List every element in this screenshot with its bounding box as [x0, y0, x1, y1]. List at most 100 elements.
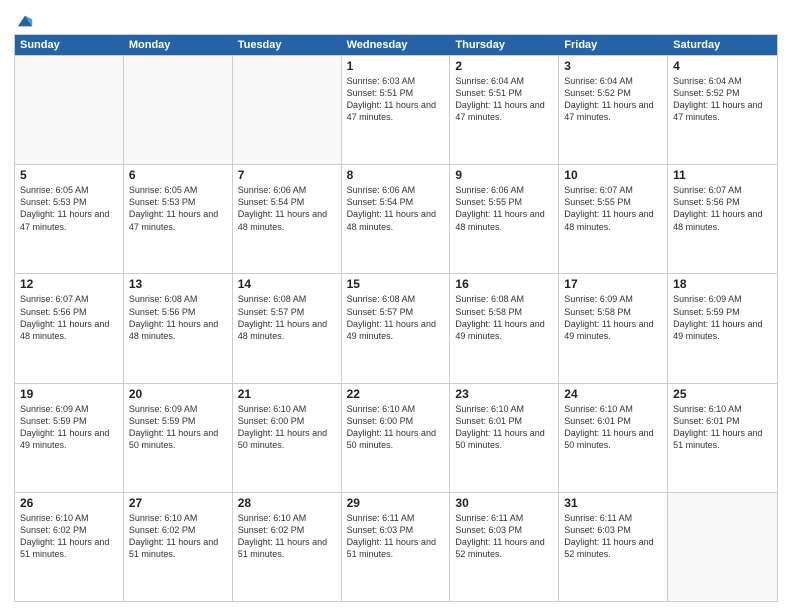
day-info: Sunrise: 6:05 AMSunset: 5:53 PMDaylight:… [20, 184, 118, 233]
empty-cell [668, 493, 777, 601]
day-number: 4 [673, 59, 772, 73]
day-cell: 26 Sunrise: 6:10 AMSunset: 6:02 PMDayligh… [15, 493, 124, 601]
day-info: Sunrise: 6:10 AMSunset: 6:01 PMDaylight:… [455, 403, 553, 452]
calendar-row: 5 Sunrise: 6:05 AMSunset: 5:53 PMDaylight… [15, 164, 777, 273]
day-cell: 12 Sunrise: 6:07 AMSunset: 5:56 PMDayligh… [15, 274, 124, 382]
day-cell: 20 Sunrise: 6:09 AMSunset: 5:59 PMDayligh… [124, 384, 233, 492]
day-number: 27 [129, 496, 227, 510]
day-cell: 15 Sunrise: 6:08 AMSunset: 5:57 PMDayligh… [342, 274, 451, 382]
day-info: Sunrise: 6:06 AMSunset: 5:55 PMDaylight:… [455, 184, 553, 233]
day-info: Sunrise: 6:11 AMSunset: 6:03 PMDaylight:… [564, 512, 662, 561]
day-cell: 24 Sunrise: 6:10 AMSunset: 6:01 PMDayligh… [559, 384, 668, 492]
day-number: 3 [564, 59, 662, 73]
day-cell: 17 Sunrise: 6:09 AMSunset: 5:58 PMDayligh… [559, 274, 668, 382]
day-cell: 13 Sunrise: 6:08 AMSunset: 5:56 PMDayligh… [124, 274, 233, 382]
calendar-header-cell: Monday [124, 35, 233, 55]
day-number: 1 [347, 59, 445, 73]
day-cell: 11Sunrise: 6:07 AMSunset: 5:56 PMDayligh… [668, 165, 777, 273]
day-cell: 9Sunrise: 6:06 AMSunset: 5:55 PMDaylight… [450, 165, 559, 273]
day-cell: 31 Sunrise: 6:11 AMSunset: 6:03 PMDayligh… [559, 493, 668, 601]
day-info: Sunrise: 6:04 AMSunset: 5:52 PMDaylight:… [673, 75, 772, 124]
day-number: 12 [20, 277, 118, 291]
day-number: 13 [129, 277, 227, 291]
page: SundayMondayTuesdayWednesdayThursdayFrid… [0, 0, 792, 612]
day-info: Sunrise: 6:10 AMSunset: 6:01 PMDaylight:… [673, 403, 772, 452]
day-number: 21 [238, 387, 336, 401]
calendar-header-cell: Thursday [450, 35, 559, 55]
day-cell: 25 Sunrise: 6:10 AMSunset: 6:01 PMDayligh… [668, 384, 777, 492]
day-info: Sunrise: 6:10 AMSunset: 6:00 PMDaylight:… [238, 403, 336, 452]
day-number: 10 [564, 168, 662, 182]
day-number: 5 [20, 168, 118, 182]
day-number: 17 [564, 277, 662, 291]
day-info: Sunrise: 6:06 AMSunset: 5:54 PMDaylight:… [347, 184, 445, 233]
day-cell: 22Sunrise: 6:10 AMSunset: 6:00 PMDayligh… [342, 384, 451, 492]
day-info: Sunrise: 6:04 AMSunset: 5:52 PMDaylight:… [564, 75, 662, 124]
empty-cell [15, 56, 124, 164]
day-cell: 19Sunrise: 6:09 AMSunset: 5:59 PMDayligh… [15, 384, 124, 492]
day-cell: 5 Sunrise: 6:05 AMSunset: 5:53 PMDaylight… [15, 165, 124, 273]
day-info: Sunrise: 6:06 AMSunset: 5:54 PMDaylight:… [238, 184, 336, 233]
day-info: Sunrise: 6:04 AMSunset: 5:51 PMDaylight:… [455, 75, 553, 124]
day-number: 23 [455, 387, 553, 401]
day-number: 16 [455, 277, 553, 291]
day-cell: 16 Sunrise: 6:08 AMSunset: 5:58 PMDayligh… [450, 274, 559, 382]
day-cell: 1 Sunrise: 6:03 AMSunset: 5:51 PMDaylight… [342, 56, 451, 164]
calendar-body: 1 Sunrise: 6:03 AMSunset: 5:51 PMDaylight… [15, 55, 777, 601]
day-info: Sunrise: 6:08 AMSunset: 5:57 PMDaylight:… [238, 293, 336, 342]
calendar-header: SundayMondayTuesdayWednesdayThursdayFrid… [15, 35, 777, 55]
day-info: Sunrise: 6:03 AMSunset: 5:51 PMDaylight:… [347, 75, 445, 124]
day-info: Sunrise: 6:08 AMSunset: 5:57 PMDaylight:… [347, 293, 445, 342]
day-number: 28 [238, 496, 336, 510]
day-info: Sunrise: 6:10 AMSunset: 6:01 PMDaylight:… [564, 403, 662, 452]
day-cell: 29Sunrise: 6:11 AMSunset: 6:03 PMDayligh… [342, 493, 451, 601]
day-info: Sunrise: 6:10 AMSunset: 6:02 PMDaylight:… [129, 512, 227, 561]
day-cell: 23 Sunrise: 6:10 AMSunset: 6:01 PMDayligh… [450, 384, 559, 492]
day-cell: 3 Sunrise: 6:04 AMSunset: 5:52 PMDaylight… [559, 56, 668, 164]
day-cell: 10Sunrise: 6:07 AMSunset: 5:55 PMDayligh… [559, 165, 668, 273]
day-cell: 21 Sunrise: 6:10 AMSunset: 6:00 PMDayligh… [233, 384, 342, 492]
day-number: 2 [455, 59, 553, 73]
day-info: Sunrise: 6:10 AMSunset: 6:02 PMDaylight:… [238, 512, 336, 561]
calendar: SundayMondayTuesdayWednesdayThursdayFrid… [14, 34, 778, 602]
day-info: Sunrise: 6:09 AMSunset: 5:59 PMDaylight:… [129, 403, 227, 452]
day-number: 24 [564, 387, 662, 401]
logo [14, 14, 34, 30]
day-cell: 6Sunrise: 6:05 AMSunset: 5:53 PMDaylight… [124, 165, 233, 273]
day-number: 15 [347, 277, 445, 291]
day-info: Sunrise: 6:07 AMSunset: 5:56 PMDaylight:… [20, 293, 118, 342]
day-number: 6 [129, 168, 227, 182]
day-cell: 30 Sunrise: 6:11 AMSunset: 6:03 PMDayligh… [450, 493, 559, 601]
day-info: Sunrise: 6:08 AMSunset: 5:56 PMDaylight:… [129, 293, 227, 342]
day-number: 8 [347, 168, 445, 182]
day-info: Sunrise: 6:10 AMSunset: 6:02 PMDaylight:… [20, 512, 118, 561]
day-cell: 8 Sunrise: 6:06 AMSunset: 5:54 PMDaylight… [342, 165, 451, 273]
day-number: 7 [238, 168, 336, 182]
day-cell: 18 Sunrise: 6:09 AMSunset: 5:59 PMDayligh… [668, 274, 777, 382]
calendar-header-cell: Wednesday [342, 35, 451, 55]
logo-icon [16, 12, 34, 30]
day-number: 31 [564, 496, 662, 510]
day-cell: 27 Sunrise: 6:10 AMSunset: 6:02 PMDayligh… [124, 493, 233, 601]
day-number: 11 [673, 168, 772, 182]
day-number: 29 [347, 496, 445, 510]
day-number: 14 [238, 277, 336, 291]
day-info: Sunrise: 6:09 AMSunset: 5:59 PMDaylight:… [673, 293, 772, 342]
day-info: Sunrise: 6:08 AMSunset: 5:58 PMDaylight:… [455, 293, 553, 342]
day-info: Sunrise: 6:09 AMSunset: 5:58 PMDaylight:… [564, 293, 662, 342]
day-number: 26 [20, 496, 118, 510]
day-number: 18 [673, 277, 772, 291]
calendar-header-cell: Sunday [15, 35, 124, 55]
day-number: 25 [673, 387, 772, 401]
day-cell: 2 Sunrise: 6:04 AMSunset: 5:51 PMDaylight… [450, 56, 559, 164]
day-cell: 7 Sunrise: 6:06 AMSunset: 5:54 PMDaylight… [233, 165, 342, 273]
calendar-row: 12 Sunrise: 6:07 AMSunset: 5:56 PMDayligh… [15, 273, 777, 382]
calendar-header-cell: Friday [559, 35, 668, 55]
day-info: Sunrise: 6:11 AMSunset: 6:03 PMDaylight:… [455, 512, 553, 561]
empty-cell [233, 56, 342, 164]
day-cell: 28 Sunrise: 6:10 AMSunset: 6:02 PMDayligh… [233, 493, 342, 601]
day-cell: 14 Sunrise: 6:08 AMSunset: 5:57 PMDayligh… [233, 274, 342, 382]
calendar-row: 19Sunrise: 6:09 AMSunset: 5:59 PMDayligh… [15, 383, 777, 492]
day-number: 30 [455, 496, 553, 510]
day-number: 20 [129, 387, 227, 401]
